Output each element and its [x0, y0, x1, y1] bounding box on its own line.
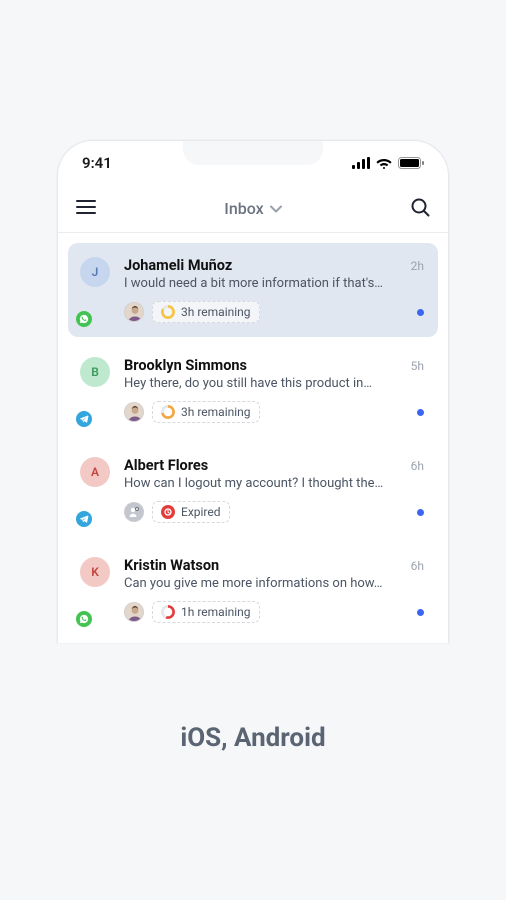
cellular-icon	[352, 157, 370, 169]
wifi-icon	[376, 157, 392, 169]
assignee-avatar	[124, 602, 144, 622]
sla-pill: 1h remaining	[152, 601, 260, 623]
conversation-item[interactable]: J Johameli Muñoz 2h I would need a bit more…	[68, 243, 438, 337]
status-bar: 9:41	[58, 141, 448, 185]
assignee-avatar	[124, 402, 144, 422]
conversation-content: Brooklyn Simmons 5h Hey there, do you stil…	[124, 357, 424, 423]
sla-pill: Expired	[152, 501, 230, 523]
meta-row: 3h remaining	[124, 301, 424, 323]
message-preview: How can I logout my account? I thought t…	[124, 476, 424, 491]
hamburger-icon	[76, 200, 96, 214]
assignee-avatar	[124, 302, 144, 322]
conversation-item[interactable]: B Brooklyn Simmons 5h Hey there, do you sti…	[68, 343, 438, 437]
unread-dot	[417, 309, 424, 316]
conversation-content: Johameli Muñoz 2h I would need a bit more …	[124, 257, 424, 323]
contact-name: Kristin Watson	[124, 557, 219, 574]
timestamp: 6h	[411, 459, 424, 473]
timestamp: 2h	[411, 259, 424, 273]
caption-label: iOS, Android	[180, 723, 325, 753]
unread-dot	[417, 609, 424, 616]
sla-label: 1h remaining	[181, 605, 251, 619]
avatar-wrap: B	[80, 357, 112, 423]
notch	[183, 141, 323, 165]
sla-label: 3h remaining	[181, 405, 251, 419]
sla-label: Expired	[181, 505, 221, 519]
status-icons	[352, 157, 424, 169]
sla-label: 3h remaining	[181, 305, 251, 319]
whatsapp-icon	[76, 611, 92, 627]
unassigned-avatar	[124, 502, 144, 522]
meta-row: 1h remaining	[124, 601, 424, 623]
search-icon	[410, 197, 430, 217]
conversation-list: J Johameli Muñoz 2h I would need a bit more…	[58, 233, 448, 637]
message-preview: Can you give me more informations on how…	[124, 576, 424, 591]
chevron-down-icon	[270, 205, 282, 213]
message-preview: I would need a bit more information if t…	[124, 276, 424, 291]
contact-name: Brooklyn Simmons	[124, 357, 247, 374]
whatsapp-icon	[76, 311, 92, 327]
meta-row: 3h remaining	[124, 401, 424, 423]
nav-title-label: Inbox	[224, 199, 263, 218]
unread-dot	[417, 409, 424, 416]
avatar-initial: A	[91, 465, 99, 479]
search-button[interactable]	[410, 197, 430, 221]
sla-ring-icon	[161, 605, 175, 619]
avatar-initial: B	[91, 365, 99, 379]
contact-avatar: A	[80, 457, 110, 487]
telegram-icon	[76, 411, 92, 427]
unread-dot	[417, 509, 424, 516]
battery-icon	[398, 157, 424, 169]
timestamp: 6h	[411, 559, 424, 573]
timestamp: 5h	[411, 359, 424, 373]
sla-ring-icon	[161, 405, 175, 419]
status-time: 9:41	[82, 154, 112, 172]
avatar-wrap: K	[80, 557, 112, 623]
conversation-item[interactable]: K Kristin Watson 6h Can you give me more in…	[68, 543, 438, 637]
contact-avatar: K	[80, 557, 110, 587]
telegram-icon	[76, 511, 92, 527]
nav-bar: Inbox	[58, 185, 448, 233]
conversation-item[interactable]: A Albert Flores 6h How can I logout my acco…	[68, 443, 438, 537]
contact-avatar: B	[80, 357, 110, 387]
add-assignee-icon	[128, 506, 140, 518]
phone-frame: 9:41 Inbox J Johameli Muñoz 2h I would need…	[57, 140, 449, 643]
contact-name: Albert Flores	[124, 457, 208, 474]
contact-name: Johameli Muñoz	[124, 257, 232, 274]
avatar-wrap: A	[80, 457, 112, 523]
inbox-selector[interactable]: Inbox	[224, 199, 281, 218]
sla-ring-icon	[161, 305, 175, 319]
menu-button[interactable]	[76, 199, 96, 218]
avatar-initial: K	[91, 565, 99, 579]
avatar-wrap: J	[80, 257, 112, 323]
sla-pill: 3h remaining	[152, 301, 260, 323]
meta-row: Expired	[124, 501, 424, 523]
avatar-initial: J	[92, 265, 99, 279]
conversation-content: Albert Flores 6h How can I logout my accou…	[124, 457, 424, 523]
conversation-content: Kristin Watson 6h Can you give me more inf…	[124, 557, 424, 623]
expired-icon	[161, 505, 175, 519]
message-preview: Hey there, do you still have this produc…	[124, 376, 424, 391]
sla-pill: 3h remaining	[152, 401, 260, 423]
contact-avatar: J	[80, 257, 110, 287]
